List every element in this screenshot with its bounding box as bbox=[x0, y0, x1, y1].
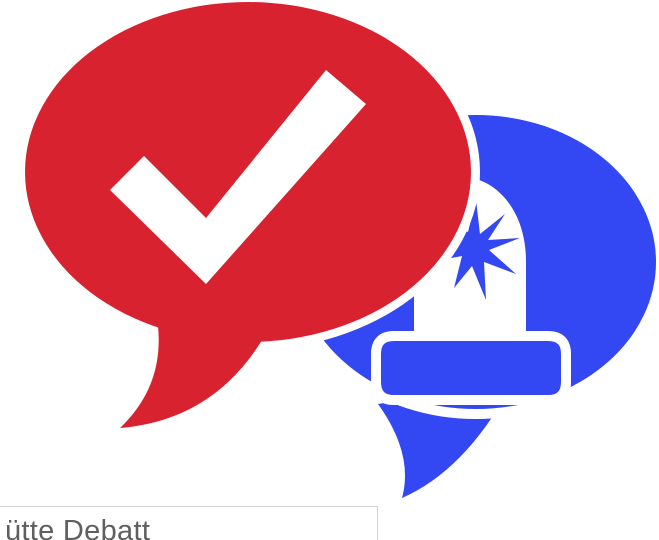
siren-base-icon bbox=[371, 331, 571, 405]
logo-art bbox=[16, 0, 659, 505]
partial-text-field[interactable]: ütte Debatt bbox=[0, 506, 378, 540]
page: ütte Debatt bbox=[0, 0, 659, 540]
field-visible-text: ütte Debatt bbox=[5, 515, 151, 540]
